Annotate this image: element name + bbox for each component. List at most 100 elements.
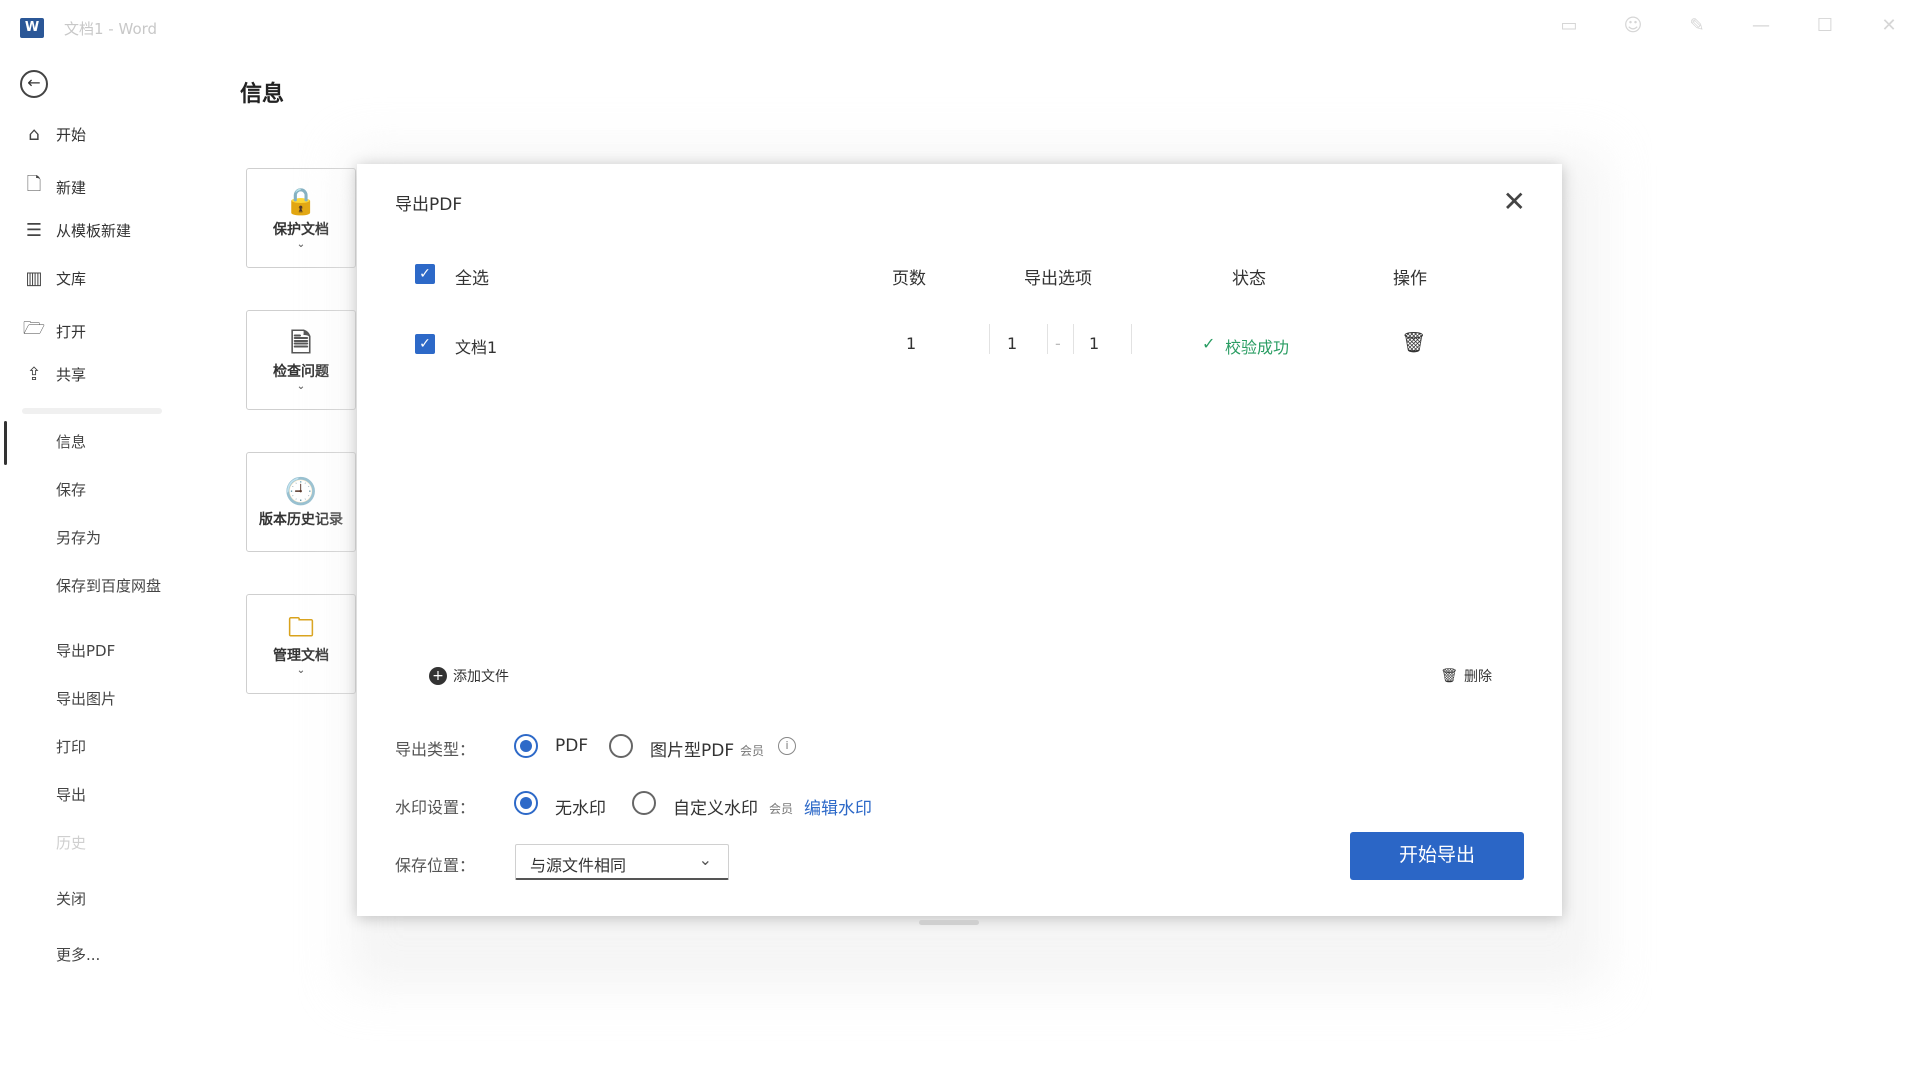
manage-document-icon: 🗀 <box>287 613 314 643</box>
share-icon: ⇪ <box>26 364 42 385</box>
nav-item-save-as[interactable]: 另存为 <box>56 529 166 548</box>
inspect-document-icon: 🗎 <box>290 329 312 359</box>
manage-document-card[interactable]: 🗀 管理文档 ⌄ <box>246 594 356 694</box>
chevron-down-icon: ⌄ <box>296 665 306 676</box>
minimize-icon[interactable]: — <box>1746 14 1776 38</box>
trash-icon: 🗑 <box>1440 668 1458 684</box>
column-header-pages: 页数 <box>892 269 926 289</box>
row-checkbox[interactable]: ✓ <box>415 334 435 354</box>
start-export-button[interactable]: 开始导出 <box>1350 832 1524 880</box>
edit-watermark-link[interactable]: 编辑水印 <box>804 794 872 819</box>
watermark-label: 水印设置： <box>395 798 476 817</box>
nav-item-save-to-baidu[interactable]: 保存到百度网盘 <box>56 577 166 596</box>
resize-handle[interactable] <box>919 920 979 925</box>
nav-item-close[interactable]: 关闭 <box>56 890 166 909</box>
close-icon[interactable]: ✕ <box>1503 188 1526 216</box>
radio-pdf-label: PDF <box>555 736 589 756</box>
pen-icon[interactable]: ✎ <box>1682 14 1712 38</box>
add-file-button[interactable]: + 添加文件 <box>429 666 509 686</box>
radio-pdf[interactable] <box>514 734 538 758</box>
nav-item-info[interactable]: 信息 <box>56 433 166 452</box>
protect-document-card[interactable]: 🔒 保护文档 ⌄ <box>246 168 356 268</box>
delete-label: 删除 <box>1464 669 1492 685</box>
nav-divider <box>22 408 162 414</box>
add-file-label: 添加文件 <box>453 669 509 685</box>
row-file-name: 文档1 <box>455 338 498 357</box>
lock-icon: 🔒 <box>284 187 318 217</box>
nav-item-faded[interactable]: 历史 <box>56 834 166 853</box>
row-pages: 1 <box>906 334 917 353</box>
dialog-title: 导出PDF <box>395 195 463 215</box>
nav-item-share[interactable]: ⇪ 共享 <box>22 364 86 385</box>
close-icon[interactable]: ✕ <box>1874 14 1904 38</box>
vip-badge: 会员 <box>769 802 794 816</box>
save-location-value: 与源文件相同 <box>530 856 627 875</box>
export-pdf-dialog: 导出PDF ✕ ✓ 全选 页数 导出选项 状态 操作 ✓ 文档1 1 1 - 1… <box>357 164 1562 925</box>
column-header-status: 状态 <box>1232 269 1266 289</box>
nav-item-save[interactable]: 保存 <box>56 481 166 500</box>
page-title: 信息 <box>240 82 285 107</box>
nav-item-label: 从模板新建 <box>56 222 132 240</box>
nav-item-library[interactable]: ▥ 文库 <box>22 268 86 289</box>
maximize-icon[interactable]: ☐ <box>1810 14 1840 38</box>
row-status: 校验成功 <box>1225 338 1290 357</box>
card-label: 保护文档 <box>273 222 329 238</box>
active-indicator <box>4 421 7 465</box>
nav-item-template[interactable]: ☰ 从模板新建 <box>22 220 131 241</box>
nav-item-print[interactable]: 打印 <box>56 738 166 757</box>
nav-item-open[interactable]: 🗁 打开 <box>22 316 86 346</box>
column-divider <box>1131 324 1132 354</box>
ribbon-icon[interactable]: ▭ <box>1554 14 1584 38</box>
library-icon: ▥ <box>25 268 43 289</box>
range-to-input[interactable]: 1 <box>1089 334 1099 353</box>
save-location-select[interactable]: 与源文件相同 ⌄ <box>515 844 729 880</box>
delete-button[interactable]: 🗑 删除 <box>1440 666 1492 686</box>
nav-item-label: 新建 <box>56 178 87 197</box>
nav-item-export-pdf[interactable]: 导出PDF <box>56 642 166 661</box>
radio-no-watermark-label: 无水印 <box>555 799 606 819</box>
account-icon[interactable]: ☺ <box>1618 14 1648 38</box>
word-app-icon: W <box>20 18 44 38</box>
title-bar: W 文档1 - Word ▭ ☺ ✎ — ☐ ✕ <box>0 0 1920 56</box>
nav-item-label: 打开 <box>56 322 87 341</box>
card-label: 管理文档 <box>273 648 329 664</box>
radio-image-pdf[interactable] <box>609 734 633 758</box>
home-icon: ⌂ <box>28 124 40 145</box>
template-icon: ☰ <box>25 220 43 241</box>
column-divider <box>1073 324 1074 354</box>
column-divider <box>1047 324 1048 354</box>
column-header-actions: 操作 <box>1393 269 1427 289</box>
nav-item-label: 文库 <box>56 270 87 288</box>
range-separator: - <box>1055 334 1061 353</box>
back-button[interactable]: ← <box>20 70 48 98</box>
select-all-checkbox[interactable]: ✓ <box>415 264 435 284</box>
chevron-down-icon: ⌄ <box>296 381 306 392</box>
radio-no-watermark[interactable] <box>514 791 538 815</box>
chevron-down-icon: ⌄ <box>698 850 712 869</box>
inspect-document-card[interactable]: 🗎 检查问题 ⌄ <box>246 310 356 410</box>
nav-item-more[interactable]: 更多... <box>56 946 166 965</box>
nav-item-home[interactable]: ⌂ 开始 <box>22 124 86 145</box>
radio-custom-watermark-label: 自定义水印 <box>673 799 758 819</box>
trash-icon[interactable]: 🗑 <box>1401 330 1426 354</box>
nav-item-export[interactable]: 导出 <box>56 786 166 805</box>
version-history-card[interactable]: 🕘 版本历史记录 <box>246 452 356 552</box>
info-icon[interactable]: i <box>778 737 796 755</box>
chevron-down-icon: ⌄ <box>296 239 306 250</box>
export-type-label: 导出类型： <box>395 740 476 759</box>
nav-item-new[interactable]: 🗋 新建 <box>22 172 86 202</box>
radio-custom-watermark[interactable] <box>632 791 656 815</box>
nav-item-label: 共享 <box>56 366 87 384</box>
plus-icon: + <box>429 667 447 685</box>
history-clock-icon: 🕘 <box>284 477 318 507</box>
save-location-label: 保存位置： <box>395 856 476 875</box>
select-all-label: 全选 <box>455 269 489 289</box>
card-label: 版本历史记录 <box>259 512 343 528</box>
vip-badge: 会员 <box>740 744 765 758</box>
column-divider <box>989 324 990 354</box>
range-from-input[interactable]: 1 <box>1007 334 1017 353</box>
new-document-icon: 🗋 <box>26 174 42 195</box>
card-label: 检查问题 <box>273 364 329 380</box>
nav-item-export-image[interactable]: 导出图片 <box>56 690 166 709</box>
window-controls: ▭ ☺ ✎ — ☐ ✕ <box>1554 14 1904 38</box>
